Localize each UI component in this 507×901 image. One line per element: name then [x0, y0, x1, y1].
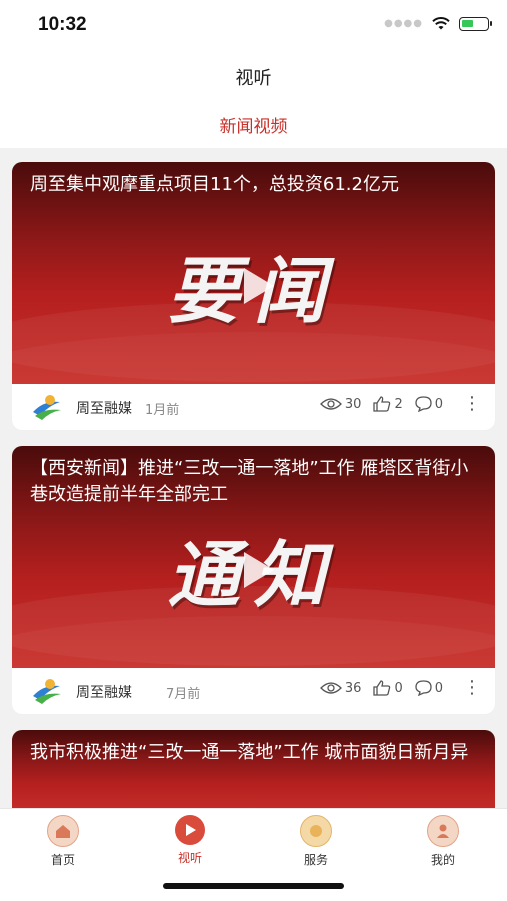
video-thumbnail[interactable]: 周至集中观摩重点项目11个，总投资61.2亿元 要闻: [12, 162, 495, 384]
source-name: 周至融媒: [76, 685, 132, 701]
tab-home[interactable]: 首页: [23, 815, 103, 868]
source-logo-icon: [33, 395, 61, 420]
page-title: 视听: [235, 68, 272, 89]
time-ago: 7月前: [166, 687, 201, 702]
likes-count: 0: [394, 680, 403, 696]
views-stat: 30: [319, 396, 362, 412]
video-title: 【西安新闻】推进“三改一通一落地”工作 雁塔区背街小巷改造提前半年全部完工: [30, 458, 469, 505]
video-card[interactable]: 我市积极推进“三改一通一落地”工作 城市面貌日新月异: [12, 730, 495, 820]
comments-stat[interactable]: 0: [415, 396, 443, 412]
video-meta: 周至融媒 1月前 30 2 0 ⋮: [12, 384, 495, 430]
tab-video[interactable]: 视听: [150, 815, 230, 866]
thumbs-up-icon: [373, 396, 391, 412]
comment-icon: [415, 396, 432, 412]
source-name: 周至融媒: [76, 401, 132, 417]
play-icon: [244, 552, 274, 588]
likes-count: 2: [394, 396, 403, 412]
video-card[interactable]: 周至集中观摩重点项目11个，总投资61.2亿元 要闻 周至融媒 1月前 30 2: [12, 162, 495, 430]
status-icons: ●●●●: [384, 16, 492, 31]
tab-service[interactable]: 服务: [276, 815, 356, 868]
video-icon: [175, 815, 205, 845]
comments-count: 0: [434, 396, 443, 412]
video-title: 周至集中观摩重点项目11个，总投资61.2亿元: [30, 174, 399, 195]
tab-service-label: 服务: [303, 853, 328, 867]
source-logo-icon: [33, 679, 61, 704]
home-indicator: [163, 883, 344, 889]
tab-home-label: 首页: [50, 853, 75, 867]
tab-news-video[interactable]: 新闻视频: [0, 112, 507, 137]
eye-icon: [319, 398, 342, 410]
eye-icon: [319, 682, 342, 694]
wifi-icon: [432, 17, 450, 30]
tab-profile-label: 我的: [430, 853, 455, 867]
more-options-icon[interactable]: ⋮: [463, 395, 481, 413]
more-options-icon[interactable]: ⋮: [463, 679, 481, 697]
signal-icon: ●●●●: [384, 18, 423, 29]
comments-stat[interactable]: 0: [415, 680, 443, 696]
battery-icon: [459, 16, 492, 31]
video-thumbnail[interactable]: 【西安新闻】推进“三改一通一落地”工作 雁塔区背街小巷改造提前半年全部完工 通知: [12, 446, 495, 668]
video-title: 我市积极推进“三改一通一落地”工作 城市面貌日新月异: [30, 742, 469, 763]
video-feed: 周至集中观摩重点项目11个，总投资61.2亿元 要闻 周至融媒 1月前 30 2: [12, 162, 495, 836]
comment-icon: [415, 680, 432, 696]
views-count: 30: [344, 396, 362, 412]
thumbs-up-icon: [373, 680, 391, 696]
page-header: 视听 新闻视频: [0, 50, 507, 148]
views-count: 36: [344, 680, 362, 696]
tab-profile[interactable]: 我的: [403, 815, 483, 868]
status-time: 10:32: [38, 14, 87, 35]
video-meta: 周至融媒 7月前 36 0 0 ⋮: [12, 668, 495, 714]
video-thumbnail[interactable]: 我市积极推进“三改一通一落地”工作 城市面貌日新月异: [12, 730, 495, 820]
status-bar: 10:32 ●●●●: [0, 0, 507, 50]
likes-stat[interactable]: 0: [373, 680, 403, 696]
time-ago: 1月前: [145, 403, 180, 418]
service-icon: [300, 815, 332, 847]
video-card[interactable]: 【西安新闻】推进“三改一通一落地”工作 雁塔区背街小巷改造提前半年全部完工 通知…: [12, 446, 495, 714]
home-icon: [47, 815, 79, 847]
comments-count: 0: [434, 680, 443, 696]
likes-stat[interactable]: 2: [373, 396, 403, 412]
profile-icon: [427, 815, 459, 847]
tab-video-label: 视听: [177, 851, 202, 865]
play-icon: [244, 268, 274, 304]
views-stat: 36: [319, 680, 362, 696]
